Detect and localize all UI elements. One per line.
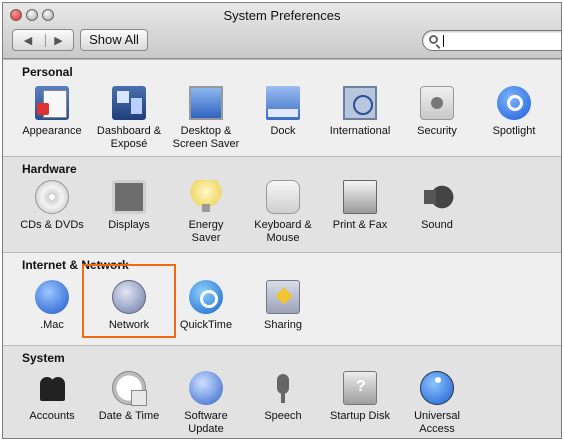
pref-label: Appearance: [22, 125, 82, 137]
sound-icon: [420, 180, 454, 214]
dashboard-icon: [112, 86, 146, 120]
pref-universal-access[interactable]: Universal Access: [397, 371, 477, 436]
text-caret: [443, 35, 444, 47]
pref-label: Print & Fax: [332, 219, 388, 231]
clock-icon: [112, 371, 147, 406]
pref-print-fax[interactable]: Print & Fax: [320, 180, 400, 232]
pref-label: Spotlight: [492, 125, 536, 137]
pref-label: Startup Disk: [330, 410, 390, 422]
accessibility-icon: [420, 371, 454, 405]
pref-label: Universal Access: [414, 410, 460, 435]
pref-appearance[interactable]: Appearance: [12, 86, 92, 138]
pref-cds-dvds[interactable]: CDs & DVDs: [12, 180, 92, 232]
pref-desktop[interactable]: Desktop & Screen Saver: [166, 86, 246, 151]
pref-label: Energy Saver: [188, 219, 224, 244]
sharing-icon: [266, 280, 300, 314]
toolbar: System Preferences ◀ ▶ Show All: [3, 3, 561, 59]
keyboard-icon: [266, 180, 300, 214]
quicktime-icon: [189, 280, 223, 314]
spotlight-icon: [497, 86, 531, 120]
pref-label: CDs & DVDs: [20, 219, 84, 231]
show-all-button[interactable]: Show All: [80, 29, 148, 51]
pref-label: International: [329, 125, 391, 137]
security-icon: [420, 86, 454, 120]
pref-label: Keyboard & Mouse: [254, 219, 312, 244]
pref-sound[interactable]: Sound: [397, 180, 477, 232]
system-preferences-window: System Preferences ◀ ▶ Show All Personal…: [2, 2, 562, 439]
section-label: Personal: [22, 65, 73, 79]
dotmac-icon: [35, 280, 69, 314]
pref-energy-saver[interactable]: Energy Saver: [166, 180, 246, 245]
window-title: System Preferences: [223, 8, 341, 23]
pref-sharing[interactable]: Sharing: [243, 280, 323, 332]
pref-label: Desktop & Screen Saver: [172, 125, 240, 150]
pref-label: Displays: [108, 219, 150, 231]
pref-speech[interactable]: Speech: [243, 371, 323, 423]
pref-label: Accounts: [29, 410, 75, 422]
accounts-icon: [35, 371, 69, 405]
pref-label: Date & Time: [98, 410, 160, 422]
pref-displays[interactable]: Displays: [89, 180, 169, 232]
pref-label: Sharing: [264, 319, 302, 331]
international-icon: [343, 86, 377, 120]
section-label: System: [22, 351, 65, 365]
pref-label: Security: [417, 125, 457, 137]
back-forward-control[interactable]: ◀ ▶: [12, 29, 74, 51]
pref-international[interactable]: International: [320, 86, 400, 138]
pref-label: Dock: [270, 125, 296, 137]
pref-startup-disk[interactable]: Startup Disk: [320, 371, 400, 423]
microphone-icon: [266, 371, 300, 405]
pref-accounts[interactable]: Accounts: [12, 371, 92, 423]
section-label: Hardware: [22, 162, 77, 176]
pref-label: Speech: [264, 410, 302, 422]
pref-dock[interactable]: Dock: [243, 86, 323, 138]
forward-button[interactable]: ▶: [45, 33, 71, 47]
back-button[interactable]: ◀: [15, 34, 41, 47]
section-system: System Accounts Date & Time Software Upd…: [3, 345, 561, 438]
display-icon: [112, 180, 146, 214]
pref-quicktime[interactable]: QuickTime: [166, 280, 246, 332]
pref-keyboard-mouse[interactable]: Keyboard & Mouse: [243, 180, 323, 245]
section-personal: Personal Appearance Dashboard & Exposé D…: [3, 59, 561, 156]
software-update-icon: [189, 371, 223, 405]
dock-icon: [266, 86, 300, 120]
energy-icon: [189, 180, 223, 214]
disk-icon: [343, 371, 377, 405]
section-hardware: Hardware CDs & DVDs Displays Energy Save…: [3, 156, 561, 252]
printer-icon: [343, 180, 377, 214]
appearance-icon: [35, 86, 69, 120]
pref-label: Sound: [421, 219, 453, 231]
network-highlight-box: [82, 264, 176, 338]
search-icon: [429, 35, 438, 44]
pref-label: .Mac: [40, 319, 64, 331]
pref-spotlight[interactable]: Spotlight: [474, 86, 554, 138]
pref-label: QuickTime: [179, 319, 233, 331]
pref-security[interactable]: Security: [397, 86, 477, 138]
pref-label: Dashboard & Exposé: [96, 125, 162, 150]
pref-date-time[interactable]: Date & Time: [89, 371, 169, 423]
pref-dotmac[interactable]: .Mac: [12, 280, 92, 332]
pref-software-update[interactable]: Software Update: [166, 371, 246, 436]
desktop-icon: [189, 86, 223, 120]
cd-icon: [35, 180, 69, 214]
pref-dashboard[interactable]: Dashboard & Exposé: [89, 86, 169, 151]
search-field[interactable]: [422, 30, 561, 51]
pref-label: Software Update: [184, 410, 228, 435]
